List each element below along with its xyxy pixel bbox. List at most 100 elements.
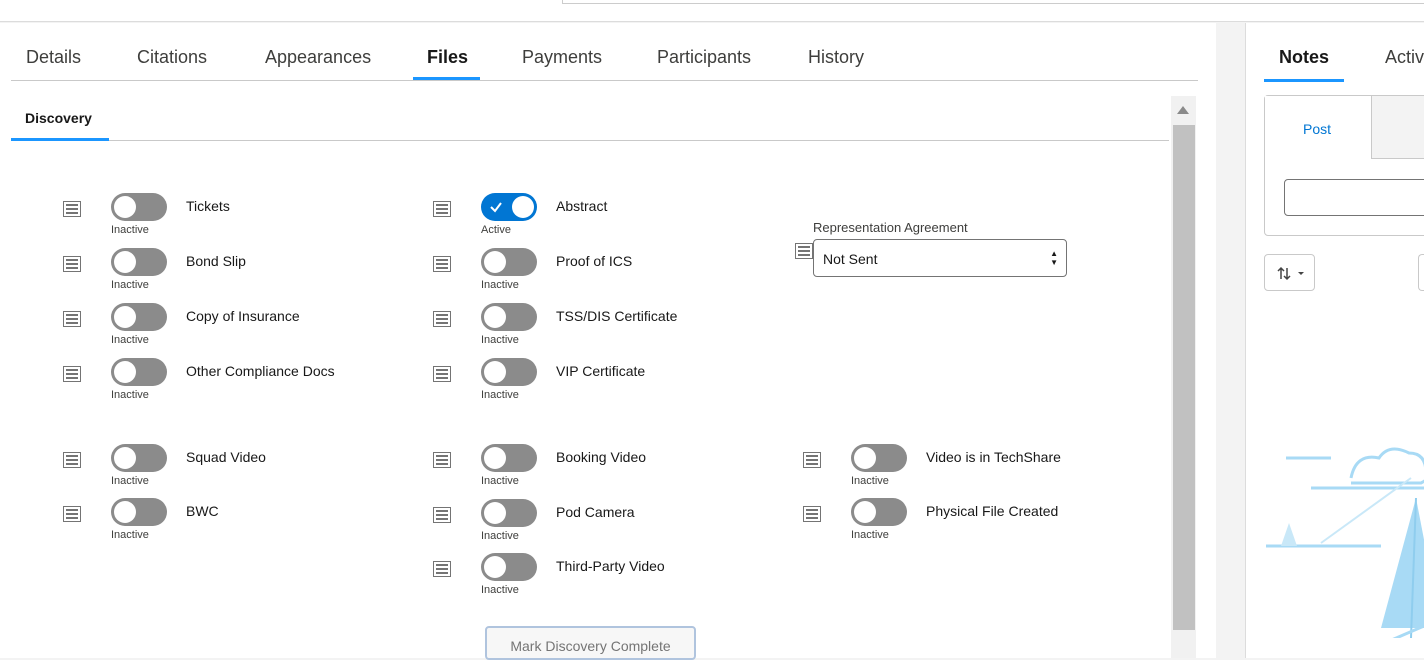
document-list-icon [63,311,81,327]
toggle-knob [484,361,506,383]
discovery-item-squad-video: Inactive Squad Video [63,444,403,488]
header-fields-strip [562,0,1424,4]
filter-button[interactable] [1418,254,1424,291]
discovery-item-abstract: Active Abstract [433,193,773,237]
toggle-other-compliance-docs[interactable] [111,358,167,386]
discovery-item-label: Copy of Insurance [186,308,300,324]
main-panel: Details Citations Appearances Files Paym… [0,23,1216,660]
subtab-divider [11,140,1169,141]
discovery-item-label: Proof of ICS [556,253,633,269]
toggle-state-label: Inactive [111,475,149,487]
subtab-discovery[interactable]: Discovery [25,110,92,126]
discovery-item-bwc: Inactive BWC [63,498,403,542]
document-list-icon [803,506,821,522]
toggle-bond-slip[interactable] [111,248,167,276]
toggle-tss-dis-certificate[interactable] [481,303,537,331]
toggle-pod-camera[interactable] [481,498,537,527]
document-list-icon [433,561,451,577]
toggle-state-label: Inactive [111,529,149,541]
toggle-video-is-in-techshare[interactable] [851,444,907,472]
toggle-state-label: Active [481,224,511,236]
tab-appearances[interactable]: Appearances [265,47,371,68]
document-list-icon [63,452,81,468]
toggle-abstract[interactable] [481,193,537,221]
discovery-item-label: BWC [186,503,219,519]
toggle-knob [114,251,136,273]
toggle-squad-video[interactable] [111,444,167,472]
representation-agreement-label: Representation Agreement [813,220,968,235]
toggle-state-label: Inactive [851,475,889,487]
post-input[interactable] [1284,179,1424,216]
toggle-state-label: Inactive [481,279,519,291]
discovery-item-pod-camera: Inactive Pod Camera [433,498,773,543]
toggle-state-label: Inactive [851,529,889,541]
discovery-item-label: TSS/DIS Certificate [556,308,678,324]
discovery-item-vip-certificate: Inactive VIP Certificate [433,358,773,402]
sort-button[interactable] [1264,254,1315,291]
toggle-state-label: Inactive [111,389,149,401]
document-list-icon [63,366,81,382]
discovery-item-video-is-in-techshare: Inactive Video is in TechShare [803,444,1143,488]
discovery-item-label: Physical File Created [926,503,1059,519]
toggle-third-party-video[interactable] [481,553,537,581]
document-list-icon [795,243,813,259]
active-tab-indicator [413,77,480,80]
document-list-icon [433,452,451,468]
toggle-knob [484,556,506,578]
document-list-icon [433,201,451,217]
toggle-booking-video[interactable] [481,444,537,472]
document-list-icon [63,201,81,217]
toggle-knob [114,306,136,328]
mark-discovery-complete-button[interactable]: Mark Discovery Complete [485,626,696,660]
tab-activity[interactable]: Activi [1385,47,1424,68]
discovery-item-physical-file-created: Inactive Physical File Created [803,498,1143,542]
toggle-knob [484,447,506,469]
tab-notes[interactable]: Notes [1279,47,1329,68]
discovery-item-tickets: Inactive Tickets [63,193,403,237]
toggle-knob [484,251,506,273]
toggle-knob [854,501,876,523]
empty-state-illustration [1266,447,1424,638]
notes-panel: Notes Activi Post [1245,23,1424,658]
representation-agreement-select[interactable]: Not Sent ▲ ▼ [813,239,1067,277]
toggle-knob [484,501,506,524]
secondary-tab[interactable] [1372,96,1424,159]
toggle-state-label: Inactive [481,389,519,401]
toggle-bwc[interactable] [111,498,167,526]
toggle-physical-file-created[interactable] [851,498,907,526]
discovery-item-copy-of-insurance: Inactive Copy of Insurance [63,303,403,347]
toggle-vip-certificate[interactable] [481,358,537,386]
discovery-item-bond-slip: Inactive Bond Slip [63,248,403,292]
toggle-state-label: Inactive [481,529,519,542]
discovery-item-other-compliance-docs: Inactive Other Compliance Docs [63,358,403,402]
toggle-proof-of-ics[interactable] [481,248,537,276]
toggle-knob [512,196,534,218]
tab-history[interactable]: History [808,47,864,68]
discovery-item-label: Tickets [186,198,230,214]
toggle-copy-of-insurance[interactable] [111,303,167,331]
toggle-state-label: Inactive [481,475,519,487]
post-tab[interactable]: Post [1265,96,1372,159]
discovery-item-label: Video is in TechShare [926,449,1061,465]
document-list-icon [433,366,451,382]
document-list-icon [433,506,451,523]
tab-payments[interactable]: Payments [522,47,602,68]
toggle-state-label: Inactive [481,334,519,346]
post-card: Post [1264,95,1424,236]
tab-details[interactable]: Details [26,47,81,68]
tab-participants[interactable]: Participants [657,47,751,68]
scrollbar-thumb[interactable] [1173,125,1195,630]
document-list-icon [63,506,81,522]
discovery-item-label: Pod Camera [556,503,635,520]
toggle-knob [484,306,506,328]
tab-files[interactable]: Files [427,47,468,68]
toggle-state-label: Inactive [481,584,519,596]
discovery-item-label: Booking Video [556,449,647,465]
record-tabs: Details Citations Appearances Files Paym… [11,23,1198,81]
toggle-knob [114,501,136,523]
document-list-icon [63,256,81,272]
tab-citations[interactable]: Citations [137,47,207,68]
toggle-tickets[interactable] [111,193,167,221]
post-tab-label: Post [1303,121,1332,137]
scroll-up-arrow-icon[interactable] [1177,106,1189,114]
